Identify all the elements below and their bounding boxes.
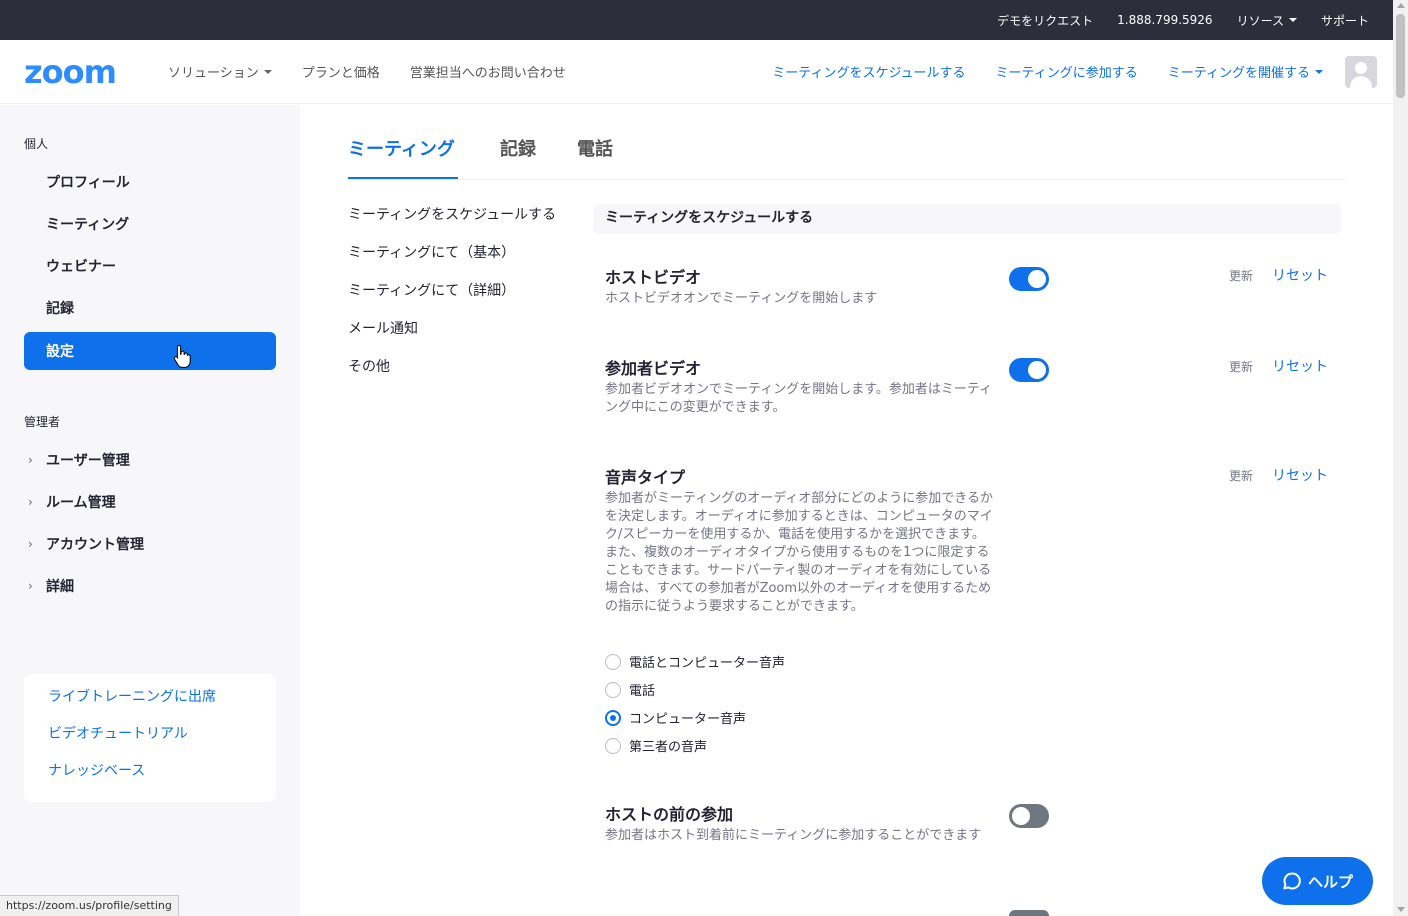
subnav-in-meeting-advanced[interactable]: ミーティングにて（詳細） xyxy=(348,280,515,300)
radio-label: 電話とコンピューター音声 xyxy=(629,656,786,671)
phone-number-link[interactable]: 1.888.799.5926 xyxy=(1117,13,1212,27)
scroll-up-arrow-icon[interactable] xyxy=(1397,3,1405,8)
plans-pricing-link[interactable]: プランと価格 xyxy=(302,62,380,81)
toggle-knob xyxy=(1028,361,1046,379)
main-header: zoom ソリューション プランと価格 営業担当へのお問い合わせ ミーティングを… xyxy=(0,40,1393,104)
audio-type-reset-link[interactable]: リセット xyxy=(1272,465,1328,485)
audio-option-computer[interactable]: コンピューター音声 xyxy=(605,708,746,727)
host-video-reset-link[interactable]: リセット xyxy=(1272,265,1328,285)
action-nav: ミーティングをスケジュールする ミーティングに参加する ミーティングを開催する xyxy=(742,55,1393,88)
chevron-right-icon: › xyxy=(28,495,33,509)
chevron-right-icon: › xyxy=(28,453,33,467)
sidebar-item-account-management[interactable]: › アカウント管理 xyxy=(24,525,276,563)
radio-label: 電話 xyxy=(629,684,656,699)
chevron-down-icon xyxy=(1288,18,1297,22)
sidebar-item-settings[interactable]: 設定 xyxy=(24,332,276,370)
participant-video-reset-link[interactable]: リセット xyxy=(1272,356,1328,376)
participant-video-updated-badge: 更新 xyxy=(1229,360,1254,374)
radio-button-checked[interactable] xyxy=(605,709,621,726)
next-setting-toggle-cutoff[interactable] xyxy=(1009,910,1049,916)
audio-type-title: 音声タイプ xyxy=(605,468,686,487)
solutions-label: ソリューション xyxy=(168,66,259,81)
sidebar-item-label: ユーザー管理 xyxy=(46,453,130,469)
sidebar-item-label: ルーム管理 xyxy=(46,495,116,511)
radio-button[interactable] xyxy=(605,653,621,670)
sidebar-item-meetings[interactable]: ミーティング xyxy=(24,205,276,243)
scroll-down-arrow-icon[interactable] xyxy=(1397,907,1405,912)
subnav-other[interactable]: その他 xyxy=(348,356,390,376)
host-meeting-label: ミーティングを開催する xyxy=(1167,66,1310,81)
tab-phone[interactable]: 電話 xyxy=(577,135,613,161)
sidebar-item-recordings[interactable]: 記録 xyxy=(24,289,276,327)
chevron-down-icon xyxy=(1315,69,1323,74)
hand-cursor-icon xyxy=(173,344,191,368)
sidebar-item-profile[interactable]: プロフィール xyxy=(24,163,276,201)
toggle-knob xyxy=(1012,807,1030,825)
toggle-knob xyxy=(1028,270,1046,288)
chevron-right-icon: › xyxy=(28,537,33,551)
avatar[interactable] xyxy=(1345,55,1377,88)
host-meeting-menu[interactable]: ミーティングを開催する xyxy=(1168,62,1323,81)
zoom-logo[interactable]: zoom xyxy=(24,53,136,91)
join-meeting-link[interactable]: ミーティングに参加する xyxy=(996,62,1138,81)
join-before-host-toggle[interactable] xyxy=(1009,804,1049,828)
chevron-down-icon xyxy=(263,69,272,74)
subnav-schedule-meeting[interactable]: ミーティングをスケジュールする xyxy=(348,204,556,224)
video-tutorials-link[interactable]: ビデオチュートリアル xyxy=(48,721,252,758)
page-scrollbar[interactable] xyxy=(1393,0,1408,916)
primary-nav: ソリューション プランと価格 営業担当へのお問い合わせ xyxy=(168,62,596,81)
solutions-menu[interactable]: ソリューション xyxy=(168,62,272,81)
sidebar-item-advanced[interactable]: › 詳細 xyxy=(24,567,276,605)
contact-sales-link[interactable]: 営業担当へのお問い合わせ xyxy=(410,62,566,81)
chat-bubble-icon xyxy=(1283,872,1301,890)
join-before-host-title: ホストの前の参加 xyxy=(605,805,734,824)
knowledge-base-link[interactable]: ナレッジベース xyxy=(48,758,252,795)
audio-type-updated-badge: 更新 xyxy=(1229,469,1254,483)
host-video-updated-badge: 更新 xyxy=(1229,269,1254,283)
tab-meetings[interactable]: ミーティング xyxy=(348,135,455,161)
resources-menu[interactable]: リソース xyxy=(1237,12,1297,29)
audio-option-telephone[interactable]: 電話 xyxy=(605,680,655,699)
radio-label: 第三者の音声 xyxy=(629,740,708,755)
tab-recordings[interactable]: 記録 xyxy=(500,135,536,161)
scroll-thumb[interactable] xyxy=(1396,14,1405,98)
help-button[interactable]: ヘルプ xyxy=(1262,857,1373,905)
host-video-title: ホストビデオ xyxy=(605,268,702,287)
chevron-right-icon: › xyxy=(28,579,33,593)
participant-video-desc: 参加者ビデオオンでミーティングを開始します。参加者はミーティング中にこの変更がで… xyxy=(605,382,993,415)
sidebar-item-label: アカウント管理 xyxy=(46,537,144,553)
audio-type-desc: 参加者がミーティングのオーディオ部分にどのように参加できるかを決定します。オーデ… xyxy=(605,491,994,614)
participant-video-toggle[interactable] xyxy=(1009,358,1049,382)
settings-tabs: ミーティング 記録 電話 xyxy=(348,105,1346,180)
support-link[interactable]: サポート xyxy=(1321,12,1369,29)
sidebar-item-label: 詳細 xyxy=(46,579,74,595)
radio-button[interactable] xyxy=(605,737,621,754)
sidebar-item-room-management[interactable]: › ルーム管理 xyxy=(24,483,276,521)
join-before-host-desc: 参加者はホスト到着前にミーティングに参加することができます xyxy=(605,828,982,843)
sidebar: 個人 プロフィール ミーティング ウェビナー 記録 設定 管理者 › ユーザー管理… xyxy=(0,105,300,916)
audio-option-telephone-and-computer[interactable]: 電話とコンピューター音声 xyxy=(605,652,785,671)
audio-option-third-party[interactable]: 第三者の音声 xyxy=(605,736,707,755)
request-demo-link[interactable]: デモをリクエスト xyxy=(997,12,1093,29)
participant-video-title: 参加者ビデオ xyxy=(605,359,702,378)
host-video-toggle[interactable] xyxy=(1009,267,1049,291)
host-video-desc: ホストビデオオンでミーティングを開始します xyxy=(605,291,878,306)
radio-button[interactable] xyxy=(605,681,621,698)
section-header-schedule-meeting: ミーティングをスケジュールする xyxy=(593,204,1341,234)
active-tab-indicator xyxy=(348,177,458,179)
subnav-email-notification[interactable]: メール通知 xyxy=(348,318,418,338)
resources-label: リソース xyxy=(1236,13,1284,28)
schedule-meeting-link[interactable]: ミーティングをスケジュールする xyxy=(772,62,965,81)
sidebar-item-webinars[interactable]: ウェビナー xyxy=(24,247,276,285)
status-bar-url: https://zoom.us/profile/setting xyxy=(0,895,179,916)
sidebar-section-personal: 個人 xyxy=(24,137,49,151)
subnav-in-meeting-basic[interactable]: ミーティングにて（基本） xyxy=(348,242,515,262)
sidebar-item-user-management[interactable]: › ユーザー管理 xyxy=(24,441,276,479)
help-resources-card: ライブトレーニングに出席 ビデオチュートリアル ナレッジベース xyxy=(24,674,276,802)
radio-label: コンピューター音声 xyxy=(629,712,747,727)
help-button-label: ヘルプ xyxy=(1307,872,1353,891)
live-training-link[interactable]: ライブトレーニングに出席 xyxy=(48,684,252,721)
top-utility-bar: デモをリクエスト 1.888.799.5926 リソース サポート xyxy=(0,0,1393,40)
sidebar-section-admin: 管理者 xyxy=(24,415,61,429)
